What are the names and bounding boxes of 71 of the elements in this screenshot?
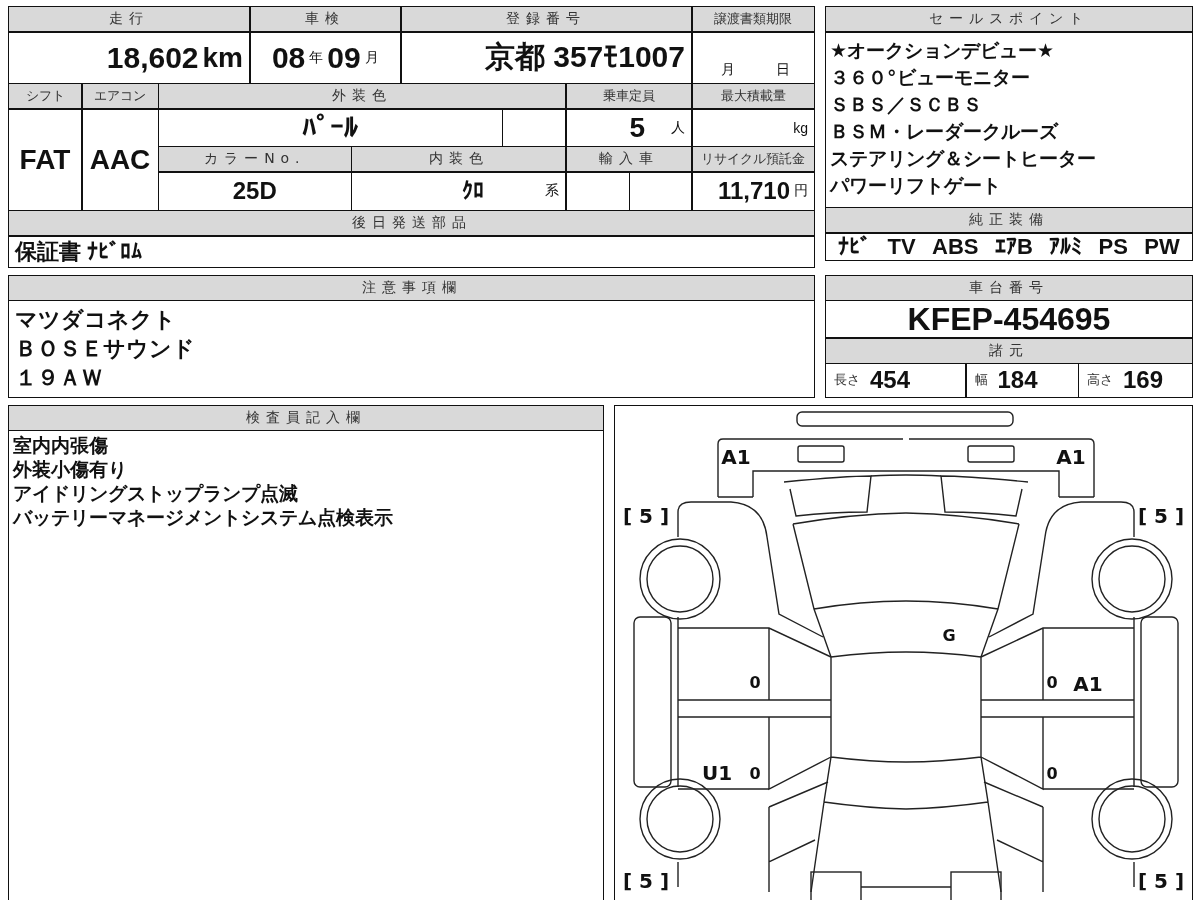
note-line: １９ＡＷ [15,363,104,392]
column-header: シフト [9,84,81,108]
mileage-value: 18,602 km [9,32,249,83]
column-header: 譲渡書類期限 [692,7,814,31]
sales-point: ＳＢＳ／ＳＣＢＳ [830,91,983,117]
column-header: 登録番号 [401,7,691,31]
interior-color-value: ｸﾛ 系 [352,172,565,210]
spec-label: 長さ [834,371,860,390]
inspector-note: 外装小傷有り [13,456,128,481]
aircon-value: AAC [82,109,158,210]
deadline-value: 月 日 [692,32,814,83]
damage-code: U1 [702,760,733,785]
damage-code: 0 [1046,763,1059,783]
note-line: ＢＯＳＥサウンド [15,334,196,363]
equipment-item: ﾅﾋﾞ [838,233,872,260]
column-header: 車検 [250,7,400,31]
column-header: 後日発送部品 [9,211,814,235]
later-parts-value: 保証書 ﾅﾋﾞﾛﾑ [9,236,814,267]
damage-code: A1 [1056,444,1087,469]
damage-code: [ 5 ] [623,503,670,528]
inspector-note: バッテリーマネージメントシステム点検表示 [13,504,394,529]
equipment-item: TV [887,233,916,260]
max-load-value: kg [692,109,814,146]
column-header: 内装色 [352,147,565,171]
equipment-item: PS [1098,233,1128,260]
spec-value: 169 [1123,366,1164,395]
column-header: エアコン [82,84,158,108]
column-header: 純正装備 [826,208,1192,232]
sales-point: ３６０°ビューモニター [830,64,1031,90]
color-number-value: 25D [159,172,351,210]
section-header: 検査員記入欄 [9,405,604,431]
equipment-item: ｱﾙﾐ [1049,233,1083,260]
column-header: 最大積載量 [692,84,814,108]
capacity-value: 5 人 [566,109,691,146]
equipment-item: ABS [932,233,979,260]
sales-point: ステアリング＆シートヒーター [830,145,1097,171]
column-header: 乗車定員 [566,84,691,108]
exterior-color-value: ﾊﾟｰﾙ [159,109,502,146]
column-header: 走行 [9,7,249,31]
spec-label: 高さ [1087,371,1113,390]
damage-code: A1 [721,444,752,469]
section-header: 注意事項欄 [9,275,814,301]
spec-value: 184 [997,366,1038,395]
note-line: マツダコネクト [15,305,177,334]
column-header: 諸元 [826,338,1192,363]
damage-code: [ 5 ] [623,868,670,893]
inspector-note: 室内内張傷 [13,432,109,457]
equipment-item: PW [1144,233,1180,260]
damage-code: [ 5 ] [1138,868,1185,893]
sales-point: パワーリフトゲート [830,172,1002,198]
damage-code: G [942,625,957,645]
inspector-note: アイドリングストップランプ点滅 [13,480,299,505]
damage-code: A1 [1073,671,1104,696]
sales-point: ★オークションデビュー★ [830,37,1056,63]
column-header: 輸入車 [566,147,691,171]
spec-value: 454 [870,366,911,395]
spec-label: 幅 [974,371,988,390]
column-header: リサイクル預託金 [692,147,814,171]
chassis-number: KFEP-454695 [826,301,1192,337]
equipment-item: ｴｱB [994,233,1033,260]
column-header: カラーNo. [159,147,351,171]
damage-code: 0 [749,672,762,692]
column-header: 車台番号 [826,275,1192,300]
sales-point: ＢＳＭ・レーダークルーズ [830,118,1060,144]
damage-code: [ 5 ] [1138,503,1185,528]
shift-value: FAT [9,109,81,210]
column-header: 外装色 [159,84,565,108]
registration-number: 京都 357ﾓ1007 [401,32,691,83]
damage-code: 0 [749,763,762,783]
damage-code: 0 [1046,672,1059,692]
column-header: セールスポイント [826,7,1192,31]
